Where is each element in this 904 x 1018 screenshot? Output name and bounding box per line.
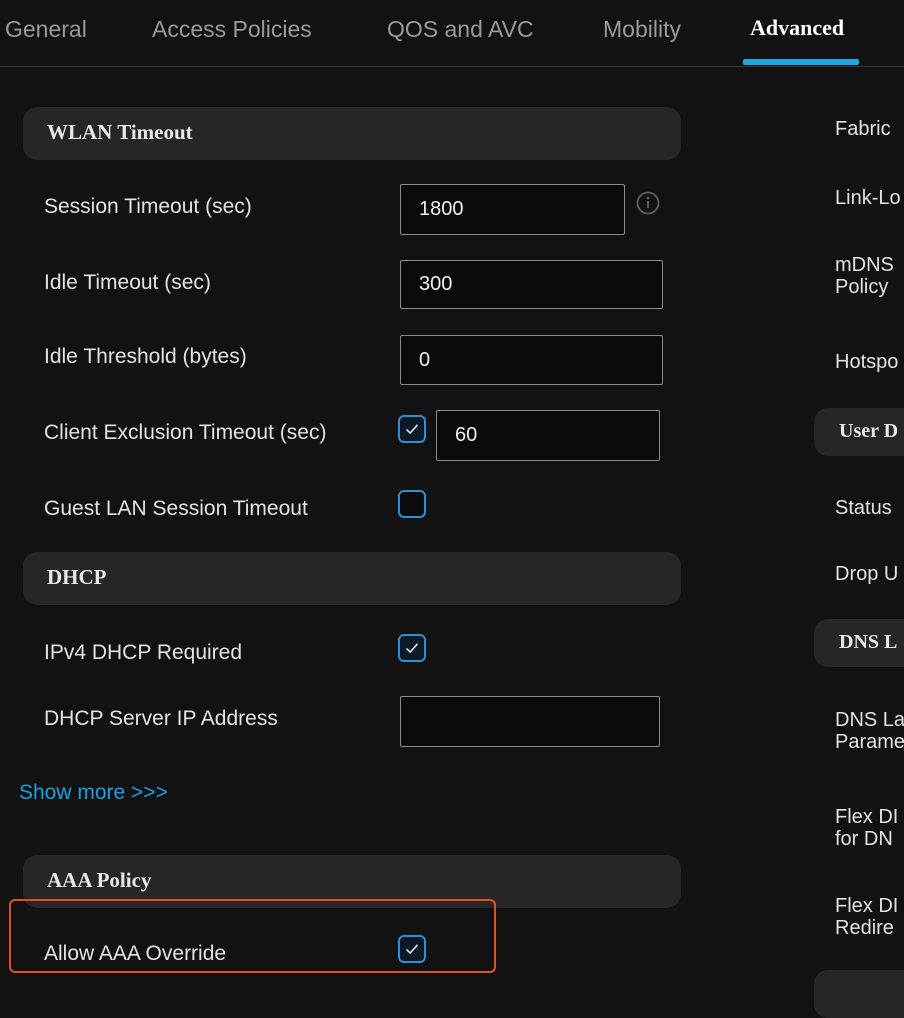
tab-advanced[interactable]: Advanced bbox=[750, 15, 844, 41]
status-label: Status bbox=[835, 497, 892, 519]
hotspot-label: Hotspo bbox=[835, 351, 899, 373]
guest-lan-checkbox[interactable] bbox=[398, 490, 426, 518]
wlan-timeout-title: WLAN Timeout bbox=[47, 120, 193, 144]
dns-layer-label-line2: Parame bbox=[835, 731, 904, 753]
idle-threshold-input[interactable] bbox=[400, 335, 663, 385]
tab-mobility[interactable]: Mobility bbox=[603, 16, 681, 43]
user-defined-header: User D bbox=[814, 408, 904, 456]
idle-threshold-label: Idle Threshold (bytes) bbox=[44, 345, 247, 368]
user-defined-title: User D bbox=[839, 420, 899, 442]
dhcp-server-ip-input[interactable] bbox=[400, 696, 660, 747]
flex-dns-label-line2: for DN bbox=[835, 828, 893, 850]
client-exclusion-checkbox[interactable] bbox=[398, 415, 426, 443]
ipv4-dhcp-required-label: IPv4 DHCP Required bbox=[44, 641, 243, 664]
wlan-timeout-header: WLAN Timeout bbox=[23, 107, 681, 160]
checkmark-icon bbox=[405, 944, 419, 955]
allow-aaa-override-checkbox[interactable] bbox=[398, 935, 426, 963]
dns-layer-header: DNS L bbox=[814, 619, 904, 667]
client-exclusion-label: Client Exclusion Timeout (sec) bbox=[44, 421, 327, 444]
info-icon[interactable] bbox=[636, 191, 660, 215]
link-local-label: Link-Lo bbox=[835, 187, 901, 209]
tab-access-policies[interactable]: Access Policies bbox=[152, 16, 312, 43]
dhcp-header: DHCP bbox=[23, 552, 681, 605]
idle-timeout-label: Idle Timeout (sec) bbox=[44, 271, 211, 294]
tab-qos-and-avc[interactable]: QOS and AVC bbox=[387, 16, 534, 43]
checkmark-icon bbox=[405, 643, 419, 654]
ipv4-dhcp-required-checkbox[interactable] bbox=[398, 634, 426, 662]
client-exclusion-input[interactable] bbox=[436, 410, 660, 461]
flex-dns-label-line1: Flex DI bbox=[835, 806, 899, 828]
tab-general[interactable]: General bbox=[5, 16, 87, 43]
dhcp-server-ip-label: DHCP Server IP Address bbox=[44, 707, 278, 730]
session-timeout-label: Session Timeout (sec) bbox=[44, 195, 252, 218]
fabric-label: Fabric bbox=[835, 118, 891, 140]
session-timeout-input[interactable] bbox=[400, 184, 625, 235]
flex-redirect-label-line2: Redire bbox=[835, 917, 894, 939]
dns-layer-title: DNS L bbox=[839, 631, 898, 653]
tab-bar: General Access Policies QOS and AVC Mobi… bbox=[0, 0, 904, 67]
right-section-header-partial bbox=[814, 970, 904, 1018]
active-tab-indicator bbox=[743, 59, 859, 65]
drop-label: Drop U bbox=[835, 563, 899, 585]
mdns-label-line2: Policy bbox=[835, 276, 889, 298]
flex-redirect-label-line1: Flex DI bbox=[835, 895, 899, 917]
allow-aaa-override-label: Allow AAA Override bbox=[44, 942, 227, 965]
idle-timeout-input[interactable] bbox=[400, 260, 663, 309]
checkmark-icon bbox=[405, 424, 419, 435]
mdns-label-line1: mDNS bbox=[835, 254, 894, 276]
guest-lan-label: Guest LAN Session Timeout bbox=[44, 497, 308, 520]
dhcp-title: DHCP bbox=[47, 565, 107, 589]
dns-layer-label-line1: DNS La bbox=[835, 709, 904, 731]
show-more-link[interactable]: Show more >>> bbox=[19, 781, 168, 805]
aaa-policy-title: AAA Policy bbox=[47, 868, 152, 892]
